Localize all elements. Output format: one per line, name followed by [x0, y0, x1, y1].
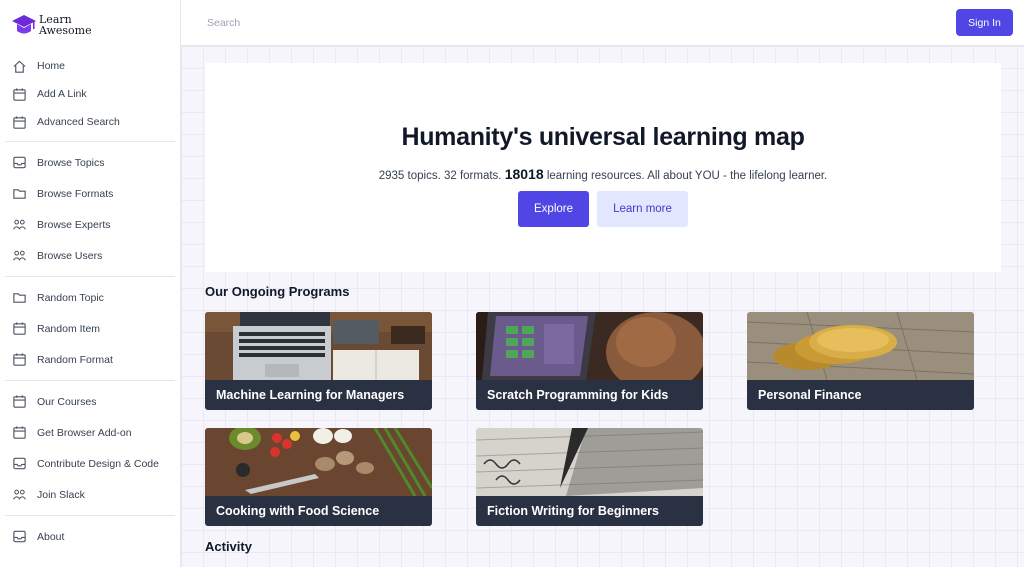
- sign-in-button[interactable]: Sign In: [956, 9, 1013, 36]
- gold-coins-photo: [747, 312, 974, 380]
- divider: [5, 276, 175, 277]
- sidebar-item-label: Contribute Design & Code: [37, 457, 159, 470]
- sidebar-item-get-browser-add-on[interactable]: Get Browser Add-on: [0, 417, 181, 448]
- sidebar-item-contribute[interactable]: Contribute Design & Code: [0, 448, 181, 479]
- activity-title: Activity: [205, 539, 252, 554]
- folder-icon: [13, 293, 26, 303]
- sidebar-item-browse-formats[interactable]: Browse Formats: [0, 178, 181, 209]
- logo-text: Learn Awesome: [39, 14, 92, 36]
- users-icon: [12, 250, 27, 261]
- resources-count: 18018: [504, 166, 544, 182]
- calendar-icon: [13, 395, 26, 408]
- sidebar-nav: Home Add A Link Advanced Search Browse T…: [0, 52, 181, 552]
- program-card-title: Cooking with Food Science: [205, 496, 432, 526]
- calendar-icon: [13, 353, 26, 366]
- divider: [5, 515, 175, 516]
- divider: [5, 141, 175, 142]
- sidebar-item-add-a-link[interactable]: Add A Link: [0, 80, 181, 108]
- program-card-title: Machine Learning for Managers: [205, 380, 432, 410]
- sidebar-item-random-item[interactable]: Random Item: [0, 313, 181, 344]
- program-card-scratch[interactable]: Scratch Programming for Kids: [476, 312, 703, 410]
- program-card-cooking[interactable]: Cooking with Food Science: [205, 428, 432, 526]
- inbox-icon: [13, 156, 26, 169]
- sidebar-item-label: Get Browser Add-on: [37, 426, 132, 439]
- main-content: Humanity's universal learning map 2935 t…: [181, 46, 1024, 567]
- sidebar-item-label: Home: [37, 60, 66, 72]
- calendar-icon: [13, 322, 26, 335]
- explore-button[interactable]: Explore: [518, 191, 589, 227]
- divider: [5, 380, 175, 381]
- calendar-icon: [13, 115, 26, 129]
- hero-title: Humanity's universal learning map: [401, 123, 805, 151]
- program-card-title: Scratch Programming for Kids: [476, 380, 703, 410]
- sidebar-item-random-format[interactable]: Random Format: [0, 344, 181, 375]
- sidebar: Learn Awesome Home Add A Link Advanced S…: [0, 0, 181, 567]
- logo[interactable]: Learn Awesome: [11, 12, 92, 38]
- sidebar-item-label: Random Format: [37, 353, 113, 366]
- sidebar-item-join-slack[interactable]: Join Slack: [0, 479, 181, 510]
- sidebar-item-label: Random Topic: [37, 291, 104, 304]
- program-card-fiction-writing[interactable]: Fiction Writing for Beginners: [476, 428, 703, 526]
- hero-stats-suffix: learning resources. All about YOU - the …: [546, 170, 828, 182]
- inbox-icon: [13, 457, 26, 470]
- hero-stats-prefix: 2935 topics. 32 formats.: [378, 170, 502, 182]
- sidebar-item-random-topic[interactable]: Random Topic: [0, 282, 181, 313]
- sidebar-item-label: About: [37, 530, 65, 543]
- sidebar-item-label: Browse Formats: [37, 187, 114, 200]
- sidebar-item-label: Advanced Search: [37, 116, 120, 128]
- users-icon: [12, 489, 27, 500]
- sidebar-item-label: Browse Topics: [37, 156, 105, 169]
- sidebar-item-label: Random Item: [37, 322, 101, 335]
- learn-more-button[interactable]: Learn more: [597, 191, 688, 227]
- program-card-personal-finance[interactable]: Personal Finance: [747, 312, 974, 410]
- sidebar-item-browse-users[interactable]: Browse Users: [0, 240, 181, 271]
- sidebar-item-label: Browse Users: [37, 249, 103, 262]
- users-icon: [12, 219, 27, 230]
- hero-panel: Humanity's universal learning map 2935 t…: [205, 63, 1001, 272]
- sidebar-item-browse-topics[interactable]: Browse Topics: [0, 147, 181, 178]
- sidebar-item-home[interactable]: Home: [0, 52, 181, 80]
- folder-icon: [13, 189, 26, 199]
- home-icon: [13, 60, 26, 73]
- calendar-icon: [13, 87, 26, 101]
- program-card-machine-learning[interactable]: Machine Learning for Managers: [205, 312, 432, 410]
- sidebar-item-about[interactable]: About: [0, 521, 181, 552]
- sidebar-item-advanced-search[interactable]: Advanced Search: [0, 108, 181, 136]
- sidebar-item-label: Add A Link: [37, 88, 87, 100]
- fountain-pen-photo: [476, 428, 703, 496]
- brand-line2: Awesome: [39, 24, 92, 37]
- sidebar-item-browse-experts[interactable]: Browse Experts: [0, 209, 181, 240]
- graduation-cap-icon: [12, 15, 36, 34]
- inbox-icon: [13, 530, 26, 543]
- sidebar-item-label: Join Slack: [37, 488, 85, 501]
- sidebar-item-label: Browse Experts: [37, 218, 111, 231]
- program-card-title: Personal Finance: [747, 380, 974, 410]
- program-card-title: Fiction Writing for Beginners: [476, 496, 703, 526]
- laptop-desk-photo: [205, 312, 432, 380]
- tablet-photo: [476, 312, 703, 380]
- calendar-icon: [13, 426, 26, 439]
- vegetables-photo: [205, 428, 432, 496]
- sidebar-item-label: Our Courses: [37, 395, 97, 408]
- top-bar: Sign In: [181, 0, 1024, 46]
- programs-title: Our Ongoing Programs: [205, 284, 350, 299]
- sidebar-item-our-courses[interactable]: Our Courses: [0, 386, 181, 417]
- search-input[interactable]: [207, 12, 507, 34]
- hero-subtitle: 2935 topics. 32 formats. 18018 learning …: [205, 166, 1001, 182]
